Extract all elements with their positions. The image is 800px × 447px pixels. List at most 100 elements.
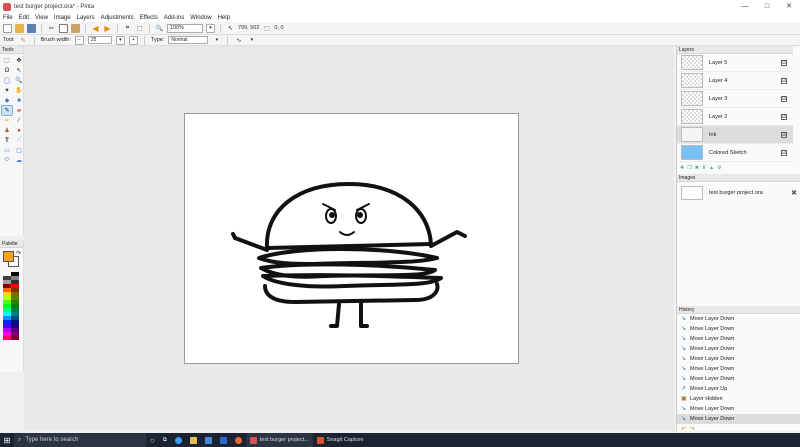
- close-button[interactable]: ✕: [778, 0, 800, 13]
- layer-visibility-checkbox[interactable]: ☑: [781, 95, 787, 102]
- layer-visibility-checkbox[interactable]: ☑: [781, 131, 787, 138]
- magic-wand-icon[interactable]: ✦: [2, 86, 12, 95]
- cut-icon[interactable]: ✂: [47, 24, 56, 33]
- layer-row[interactable]: Layer 4 ☑: [677, 72, 793, 90]
- brush-width-increase[interactable]: +: [128, 35, 138, 45]
- history-item[interactable]: ↘ Move Layer Down: [677, 354, 800, 364]
- move-layer-up-icon[interactable]: ▲: [709, 165, 714, 171]
- redo-history-icon[interactable]: ↷: [690, 426, 695, 433]
- deselect-icon[interactable]: ⬚: [135, 24, 144, 33]
- menu-add-ins[interactable]: Add-ins: [164, 15, 184, 21]
- taskbar-app-snagit[interactable]: Snagit Capture: [313, 433, 368, 447]
- brush-width-dropdown-icon[interactable]: ▾: [115, 35, 125, 45]
- drawing-canvas[interactable]: [184, 113, 519, 364]
- menu-effects[interactable]: Effects: [140, 15, 158, 21]
- menu-adjustments[interactable]: Adjustments: [101, 15, 134, 21]
- task-view-icon[interactable]: ⧉: [159, 433, 171, 447]
- text-icon[interactable]: T: [2, 136, 12, 145]
- ellipse-select-icon[interactable]: ◯: [2, 76, 12, 85]
- layer-row[interactable]: Layer 3 ☑: [677, 90, 793, 108]
- layer-properties-icon[interactable]: ⚙: [717, 165, 721, 171]
- eraser-icon[interactable]: ▰: [14, 106, 24, 115]
- swap-colors-icon[interactable]: ↷: [16, 250, 21, 257]
- image-row[interactable]: test burger project.ora ✖: [677, 184, 800, 202]
- paintbrush-icon[interactable]: ✎: [19, 36, 28, 45]
- history-item[interactable]: ↘ Move Layer Down: [677, 374, 800, 384]
- file-explorer-icon[interactable]: [186, 433, 201, 447]
- layer-visibility-checkbox[interactable]: ☑: [781, 113, 787, 120]
- rectangle-icon[interactable]: ▭: [2, 146, 12, 155]
- merge-layer-down-icon[interactable]: ⬇: [702, 165, 706, 171]
- zoom-tool-icon[interactable]: 🔍: [14, 76, 24, 85]
- cortana-icon[interactable]: ○: [146, 433, 159, 447]
- history-item[interactable]: ↗ Move Layer Up: [677, 384, 800, 394]
- close-image-icon[interactable]: ✖: [791, 189, 797, 197]
- menu-window[interactable]: Window: [190, 15, 211, 21]
- copy-icon[interactable]: [59, 23, 68, 33]
- freeform-shape-icon[interactable]: ☁: [14, 156, 24, 165]
- menu-image[interactable]: Image: [54, 15, 71, 21]
- history-item[interactable]: ▣ Layer Hidden: [677, 394, 800, 404]
- pan-icon[interactable]: ✋: [14, 86, 24, 95]
- ellipse-icon[interactable]: ⬭: [2, 156, 12, 165]
- history-item[interactable]: ↘ Move Layer Down: [677, 334, 800, 344]
- history-item[interactable]: ↘ Move Layer Down: [677, 344, 800, 354]
- paint-bucket-icon[interactable]: ◆: [2, 96, 12, 105]
- history-item-current[interactable]: ↘ Move Layer Down: [677, 414, 800, 424]
- edge-icon[interactable]: [171, 433, 186, 447]
- history-item[interactable]: ↘ Move Layer Down: [677, 314, 800, 324]
- undo-icon[interactable]: ◀: [91, 24, 100, 33]
- brush-type-select[interactable]: Normal: [168, 36, 209, 44]
- layer-row[interactable]: Colored Sketch ☑: [677, 144, 793, 162]
- primary-color-swatch[interactable]: [3, 251, 14, 262]
- open-folder-icon[interactable]: [15, 23, 24, 33]
- zoom-dropdown-icon[interactable]: ▾: [206, 23, 215, 33]
- antialiasing-icon[interactable]: ∿: [234, 36, 243, 45]
- layer-row[interactable]: Layer 5 ☑: [677, 54, 793, 72]
- menu-help[interactable]: Help: [218, 15, 230, 21]
- workspace[interactable]: [24, 46, 674, 431]
- save-icon[interactable]: [27, 23, 36, 33]
- undo-history-icon[interactable]: ↶: [681, 426, 686, 433]
- rounded-rectangle-icon[interactable]: ▢: [14, 146, 24, 155]
- menu-file[interactable]: File: [3, 15, 13, 21]
- antialiasing-dropdown-icon[interactable]: ▾: [247, 36, 256, 45]
- lasso-select-icon[interactable]: ʘ: [2, 66, 12, 75]
- brush-type-dropdown-icon[interactable]: ▾: [212, 36, 221, 45]
- pencil-icon[interactable]: ✏: [2, 116, 12, 125]
- windows-start-icon[interactable]: ⊞: [0, 433, 14, 447]
- delete-layer-icon[interactable]: ✖: [695, 165, 699, 171]
- gradient-icon[interactable]: ■: [14, 96, 24, 105]
- paste-icon[interactable]: [71, 23, 80, 33]
- menu-edit[interactable]: Edit: [19, 15, 29, 21]
- menu-layers[interactable]: Layers: [77, 15, 95, 21]
- layer-visibility-checkbox[interactable]: ☑: [781, 59, 787, 66]
- layer-row[interactable]: Layer 2 ☑: [677, 108, 793, 126]
- layer-visibility-checkbox[interactable]: ☑: [781, 77, 787, 84]
- taskbar-app-pinta[interactable]: test burger project...: [245, 433, 313, 447]
- brush-width-input[interactable]: 25: [87, 36, 112, 44]
- zoom-input[interactable]: 100%: [167, 23, 203, 33]
- layer-row-selected[interactable]: Ink ☑: [677, 126, 793, 144]
- line-curve-icon[interactable]: ⟋: [14, 136, 24, 145]
- rectangle-select-icon[interactable]: ⬚: [2, 56, 12, 65]
- move-selection-icon[interactable]: ↖: [14, 66, 24, 75]
- mail-icon[interactable]: [216, 433, 231, 447]
- minimize-button[interactable]: —: [734, 0, 756, 13]
- recolor-icon[interactable]: ●: [14, 126, 24, 135]
- brush-width-decrease[interactable]: −: [74, 35, 84, 45]
- add-layer-icon[interactable]: ✚: [680, 165, 684, 171]
- redo-icon[interactable]: ▶: [103, 24, 112, 33]
- history-item[interactable]: ↘ Move Layer Down: [677, 364, 800, 374]
- store-icon[interactable]: [201, 433, 216, 447]
- move-selected-icon[interactable]: ✥: [14, 56, 24, 65]
- crop-icon[interactable]: ⌗: [123, 24, 132, 33]
- color-picker-icon[interactable]: ⁄: [14, 116, 24, 125]
- history-item[interactable]: ↘ Move Layer Down: [677, 324, 800, 334]
- maximize-button[interactable]: □: [756, 0, 778, 13]
- palette-swatches[interactable]: [3, 272, 19, 340]
- menu-view[interactable]: View: [35, 15, 48, 21]
- duplicate-layer-icon[interactable]: ❐: [687, 165, 691, 171]
- new-file-icon[interactable]: [3, 23, 12, 33]
- taskbar-search[interactable]: ⌕ Type here to search: [14, 433, 146, 447]
